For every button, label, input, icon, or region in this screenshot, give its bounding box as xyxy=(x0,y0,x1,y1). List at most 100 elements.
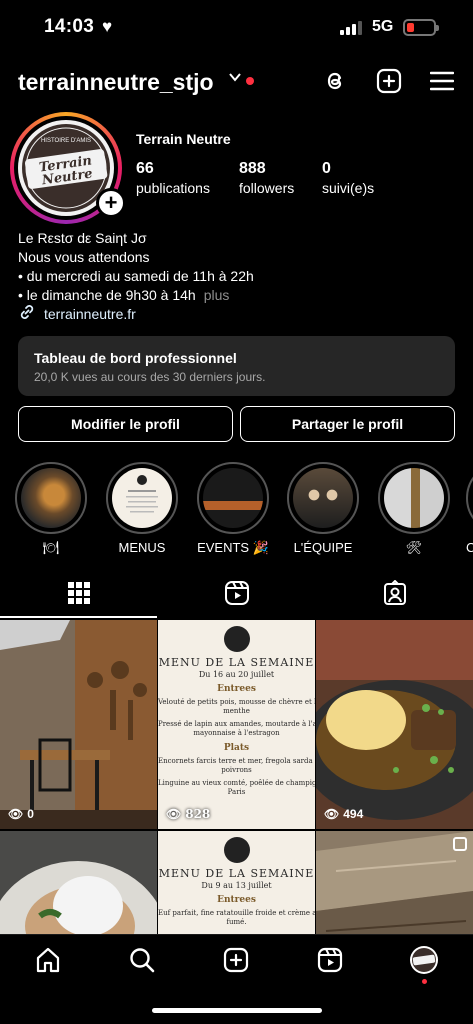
menu-dates: Du 9 au 13 juillet xyxy=(201,881,272,890)
professional-dashboard[interactable]: Tableau de bord professionnel 20,0 K vue… xyxy=(18,336,455,396)
menu-item: menthe xyxy=(223,707,250,715)
avatar[interactable]: HISTOIRE D'AMIS Terrain Neutre + xyxy=(10,112,126,224)
account-switcher[interactable]: terrainneutre_stjo xyxy=(18,69,214,96)
menu-item: Linguine au vieux comté, poêlée de champ… xyxy=(158,779,315,787)
profile-notification-dot xyxy=(422,979,427,984)
stat-following[interactable]: 0 suivi(e)s xyxy=(322,160,374,196)
stat-publications[interactable]: 66 publications xyxy=(136,160,210,196)
menu-logo xyxy=(223,837,250,863)
stat-followers[interactable]: 888 followers xyxy=(239,160,294,196)
menu-icon[interactable] xyxy=(428,67,456,95)
share-profile-button[interactable]: Partager le profil xyxy=(240,406,455,442)
status-time: 14:03 xyxy=(44,16,95,37)
add-story-button[interactable]: + xyxy=(96,188,126,218)
bio-line: • du mercredi au samedi de 11h à 22h xyxy=(18,268,254,284)
website-link[interactable]: terrainneutre.fr xyxy=(18,303,136,324)
tab-grid[interactable] xyxy=(0,572,157,618)
highlight-label: EVENTS 🎉 xyxy=(197,540,269,555)
menu-item: Pressé de lapin aux amandes, moutarde à … xyxy=(158,720,315,728)
create-post-icon[interactable] xyxy=(221,945,251,975)
stat-label: followers xyxy=(239,180,295,196)
more-link[interactable]: plus xyxy=(204,287,230,303)
website-link-text: terrainneutre.fr xyxy=(44,305,136,322)
post-thumbnail[interactable]: 👁 0 xyxy=(0,620,157,829)
eye-icon: 👁 xyxy=(324,807,340,821)
highlight-menus[interactable]: MENUS xyxy=(106,462,178,555)
post-views-count: 0 xyxy=(27,807,34,821)
heart-icon: ♥ xyxy=(102,17,113,36)
menu-item: Paris xyxy=(227,788,246,796)
post-thumbnail[interactable]: 👁 494 xyxy=(316,620,473,829)
menu-section: Plats xyxy=(223,743,250,753)
stat-value: 888 xyxy=(239,160,266,177)
highlight-cover xyxy=(203,468,263,528)
tab-reels[interactable] xyxy=(158,572,315,618)
highlight-works[interactable]: 🛠 xyxy=(378,462,450,556)
post-views: 👁 0 xyxy=(8,807,34,821)
menu-item: Velouté de petits pois, mousse de chèvre… xyxy=(158,698,315,706)
menu-item: mayonnaise à l'estragon xyxy=(193,729,280,737)
highlight-label: 🛠 xyxy=(405,540,423,555)
profile-tabs xyxy=(0,572,473,618)
eye-icon: 👁 xyxy=(166,807,182,821)
post-thumbnail[interactable]: MENU DE LA SEMAINE Du 9 au 13 juillet En… xyxy=(158,831,315,940)
link-icon xyxy=(18,303,36,324)
edit-profile-button[interactable]: Modifier le profil xyxy=(18,406,233,442)
post-views: 👁 494 xyxy=(324,807,363,821)
post-views: 👁 828 xyxy=(166,807,210,821)
highlight-cover xyxy=(112,468,172,528)
signal-icon xyxy=(340,21,362,35)
stat-value: 66 xyxy=(136,160,154,177)
menu-item: Euf parfait, fine ratatouille froide et … xyxy=(158,909,315,917)
dashboard-title: Tableau de bord professionnel xyxy=(34,350,237,366)
create-icon[interactable] xyxy=(375,67,403,95)
post-thumbnail[interactable] xyxy=(0,831,157,940)
carousel-icon xyxy=(453,837,467,851)
highlight-partial[interactable]: C xyxy=(466,462,473,555)
network-label: 5G xyxy=(372,18,394,35)
menu-title: MENU DE LA SEMAINE xyxy=(158,656,315,669)
post-views-count: 494 xyxy=(343,807,364,821)
post-thumbnail[interactable]: MENU DE LA SEMAINE Du 16 au 20 juillet E… xyxy=(158,620,315,829)
menu-title: MENU DE LA SEMAINE xyxy=(158,867,315,880)
profile-header: terrainneutre_stjo xyxy=(0,60,473,104)
highlight-label: C xyxy=(466,540,473,555)
highlight-events[interactable]: EVENTS 🎉 xyxy=(197,462,269,556)
highlight-team[interactable]: L'ÉQUIPE xyxy=(287,462,359,555)
chevron-down-icon[interactable] xyxy=(228,70,242,88)
bio-line: Le Rεstσ dε Saiηt Jσ xyxy=(18,230,147,246)
menu-section: Entrees xyxy=(217,895,256,905)
eye-icon: 👁 xyxy=(8,807,24,821)
home-indicator[interactable] xyxy=(152,1008,322,1013)
search-icon[interactable] xyxy=(127,945,157,975)
posts-grid: 👁 0 MENU DE LA SEMAINE Du 16 au 20 juille… xyxy=(0,620,473,940)
tab-tagged[interactable] xyxy=(316,572,473,618)
stat-value: 0 xyxy=(322,160,331,177)
reels-icon xyxy=(224,580,250,611)
highlight-label: MENUS xyxy=(118,540,166,555)
highlight-cover xyxy=(21,468,81,528)
menu-section: Entrees xyxy=(217,684,256,694)
menu-logo xyxy=(223,626,250,652)
display-name: Terrain Neutre xyxy=(136,131,231,147)
menu-item: Encornets farcis terre et mer, fregola s… xyxy=(158,757,315,765)
reels-nav-icon[interactable] xyxy=(315,945,345,975)
home-icon[interactable] xyxy=(33,945,63,975)
highlight-cover xyxy=(293,468,353,528)
bio-line-text: • le dimanche de 9h30 à 14h xyxy=(18,287,196,303)
menu-item: fumé. xyxy=(226,918,247,926)
profile-nav-avatar[interactable] xyxy=(409,945,439,975)
post-thumbnail[interactable] xyxy=(316,831,473,940)
dashboard-subtitle: 20,0 K vues au cours des 30 derniers jou… xyxy=(34,370,266,384)
highlight-food[interactable]: 🍽 xyxy=(15,462,87,556)
tagged-icon xyxy=(382,579,408,611)
menu-item: poivrons xyxy=(221,766,252,774)
highlight-cover xyxy=(384,468,444,528)
menu-dates: Du 16 au 20 juillet xyxy=(198,670,275,679)
highlight-label: 🍽 xyxy=(42,540,60,555)
grid-icon xyxy=(67,581,90,609)
stat-label: suivi(e)s xyxy=(322,180,375,196)
post-views-count: 828 xyxy=(185,807,211,821)
threads-icon[interactable] xyxy=(321,67,349,95)
highlight-label: L'ÉQUIPE xyxy=(293,540,353,555)
